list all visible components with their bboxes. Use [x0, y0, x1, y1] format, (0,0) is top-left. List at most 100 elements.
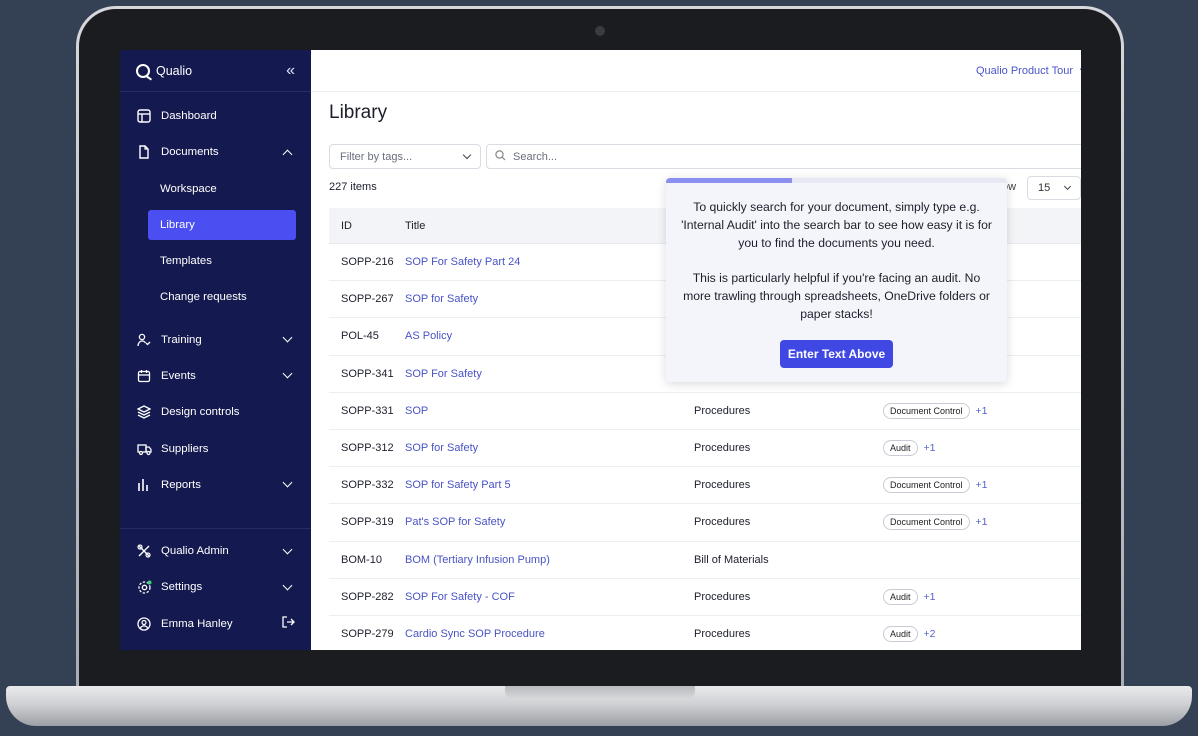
sidebar-item-label: Library — [160, 218, 195, 231]
sidebar-item-label: Workspace — [160, 182, 217, 195]
logo-icon — [136, 63, 150, 78]
sidebar-item-label: Templates — [160, 255, 212, 268]
chevron-down-icon — [1079, 64, 1081, 74]
tag-badge[interactable]: Audit — [883, 440, 918, 457]
brand-name: Qualio — [156, 63, 193, 78]
sidebar-item-label: Qualio Admin — [161, 545, 229, 558]
doc-title-link[interactable]: Cardio Sync SOP Procedure — [405, 628, 694, 640]
user-icon — [136, 616, 152, 632]
doc-type: Bill of Materials — [694, 553, 769, 566]
table-row[interactable]: BOM-10 BOM (Tertiary Infusion Pump) Bill o… — [329, 542, 1081, 579]
logout-icon[interactable] — [281, 615, 295, 632]
doc-id: SOPP-267 — [341, 293, 394, 306]
search-icon — [495, 149, 506, 164]
sidebar-item-label: Settings — [161, 581, 203, 594]
tour-text-1: To quickly search for your document, sim… — [681, 200, 992, 250]
product-tour-label: Qualio Product Tour — [975, 64, 1073, 77]
doc-title-link[interactable]: SOP for Safety Part 5 — [405, 479, 694, 491]
doc-title-link[interactable]: SOP For Safety Part 24 — [405, 256, 694, 268]
table-row[interactable]: SOPP-331 SOP Procedures Document Control +1 — [329, 393, 1081, 430]
doc-id: SOPP-216 — [341, 256, 394, 269]
more-tags-count[interactable]: +1 — [924, 442, 936, 454]
per-page-select[interactable]: 15 — [1027, 176, 1081, 200]
sidebar-item-label: Emma Hanley — [161, 617, 233, 630]
tag-badge[interactable]: Audit — [883, 625, 918, 642]
sidebar-item-label: Documents — [161, 146, 219, 159]
doc-title-link[interactable]: SOP For Safety — [405, 368, 694, 380]
sidebar-item-label: Change requests — [160, 291, 247, 304]
more-tags-count[interactable]: +1 — [976, 479, 988, 491]
item-count: 227 items — [329, 181, 377, 193]
doc-title-link[interactable]: SOP for Safety — [405, 442, 694, 454]
sidebar-nav: Dashboard Documents Workspace Library Te… — [120, 98, 311, 503]
column-header-title[interactable]: Title — [405, 220, 694, 232]
column-header-id[interactable]: ID — [329, 220, 405, 232]
sidebar-item-events[interactable]: Events — [120, 358, 311, 394]
table-row[interactable]: SOPP-312 SOP for Safety Procedures Audit +1 — [329, 430, 1081, 468]
doc-id: SOPP-312 — [341, 442, 394, 455]
chevron-down-icon — [282, 332, 293, 343]
more-tags-count[interactable]: +1 — [976, 405, 988, 417]
table-row[interactable]: SOPP-332 SOP for Safety Part 5 Procedures D… — [329, 467, 1081, 505]
chevron-down-icon — [282, 544, 293, 555]
sidebar-item-reports[interactable]: Reports — [120, 467, 311, 503]
doc-title-link[interactable]: Pat's SOP for Safety — [405, 516, 694, 528]
truck-icon — [136, 441, 152, 457]
chevron-down-icon — [282, 477, 293, 488]
enter-text-above-button[interactable]: Enter Text Above — [779, 340, 894, 368]
doc-id: BOM-10 — [341, 553, 382, 566]
tour-progress-fill — [666, 178, 793, 183]
search-input[interactable]: Search... — [486, 144, 1081, 169]
sidebar-item-workspace[interactable]: Workspace — [120, 171, 311, 207]
sidebar-item-design-controls[interactable]: Design controls — [120, 394, 311, 430]
camera — [595, 26, 605, 36]
doc-title-link[interactable]: SOP — [405, 405, 694, 417]
doc-title-link[interactable]: BOM (Tertiary Infusion Pump) — [405, 554, 694, 566]
sidebar-item-qualio-admin[interactable]: Qualio Admin — [120, 533, 311, 569]
sidebar-header: Qualio « — [120, 50, 311, 92]
tag-badge[interactable]: Audit — [883, 588, 918, 605]
sidebar-item-documents[interactable]: Documents — [120, 134, 311, 170]
table-row[interactable]: SOPP-319 Pat's SOP for Safety Procedures Do… — [329, 504, 1081, 542]
sidebar-item-training[interactable]: Training — [120, 321, 311, 357]
sidebar-item-dashboard[interactable]: Dashboard — [120, 98, 311, 134]
doc-title-link[interactable]: AS Policy — [405, 330, 694, 342]
doc-title-link[interactable]: SOP For Safety - COF — [405, 591, 694, 603]
calendar-icon — [136, 368, 152, 384]
more-tags-count[interactable]: +1 — [924, 591, 936, 603]
product-tour-popover: To quickly search for your document, sim… — [666, 178, 1007, 382]
dashboard-icon — [136, 108, 152, 124]
sidebar-item-user[interactable]: Emma Hanley — [120, 606, 311, 642]
sidebar-item-settings[interactable]: Settings — [120, 569, 311, 605]
collapse-sidebar-icon[interactable]: « — [286, 62, 295, 80]
doc-type: Procedures — [694, 590, 751, 603]
tag-badge[interactable]: Document Control — [883, 514, 970, 531]
product-tour-menu[interactable]: Qualio Product Tour — [976, 65, 1081, 77]
table-row[interactable]: SOPP-282 SOP For Safety - COF Procedures Au… — [329, 579, 1081, 616]
table-row[interactable]: SOPP-279 Cardio Sync SOP Procedure Procedu… — [329, 616, 1081, 650]
doc-title-link[interactable]: SOP for Safety — [405, 293, 694, 305]
sidebar-item-suppliers[interactable]: Suppliers — [120, 430, 311, 466]
sidebar-item-change-requests[interactable]: Change requests — [120, 279, 311, 315]
more-tags-count[interactable]: +1 — [976, 516, 988, 528]
screen: Qualio « Dashboard Documents Workspace L… — [120, 50, 1081, 650]
doc-id: SOPP-279 — [341, 627, 394, 640]
chevron-down-icon — [282, 368, 293, 379]
page-title: Library — [329, 102, 388, 123]
tour-progress-bar — [666, 178, 1007, 183]
doc-id: SOPP-331 — [341, 404, 394, 417]
sidebar-item-templates[interactable]: Templates — [120, 243, 311, 279]
tag-badge[interactable]: Document Control — [883, 402, 970, 419]
laptop-notch — [505, 686, 695, 700]
logo[interactable]: Qualio — [136, 63, 193, 78]
tag-badge[interactable]: Document Control — [883, 477, 970, 494]
doc-id: POL-45 — [341, 330, 379, 343]
topbar: Qualio Product Tour — [311, 50, 1081, 92]
more-tags-count[interactable]: +2 — [924, 628, 936, 640]
sidebar-item-label: Design controls — [161, 406, 240, 419]
doc-type: Procedures — [694, 404, 751, 417]
sidebar-item-library[interactable]: Library — [148, 209, 296, 240]
tag-filter-select[interactable]: Filter by tags... — [329, 144, 481, 169]
doc-type: Procedures — [694, 516, 751, 529]
sidebar-item-label: Events — [161, 369, 196, 382]
